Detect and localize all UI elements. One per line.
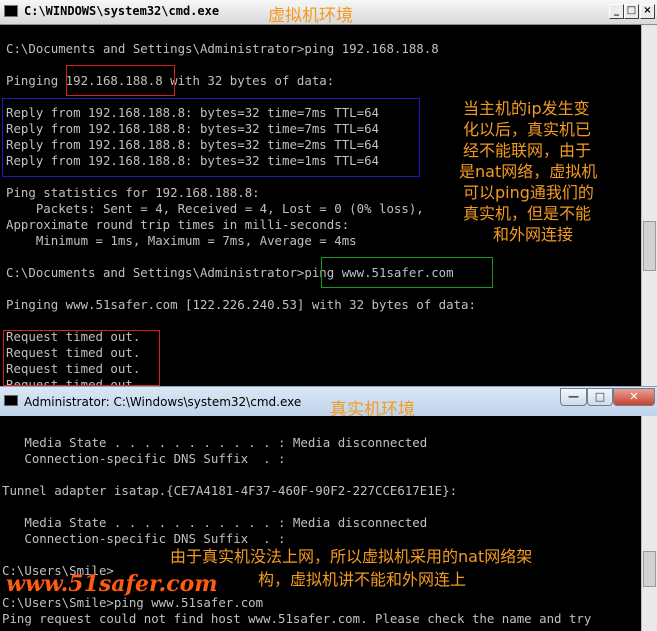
vm-scrollbar[interactable] [641,25,657,386]
annotation-line: 构，虚拟机讲不能和外网连上 [258,570,467,589]
annotation-line: 由于真实机没法上网，所以虚拟机采用的nat网络架 [170,547,533,566]
console-line: Media State . . . . . . . . . . . : Medi… [2,435,428,450]
close-button[interactable]: × [640,4,655,19]
close-button[interactable]: ✕ [613,388,655,406]
host-scrollbar[interactable] [641,416,657,631]
console-line: Connection-specific DNS Suffix . : [2,451,286,466]
minimize-button[interactable]: — [560,388,587,406]
cmd-icon [4,5,18,17]
console-line: Request timed out. [6,377,141,386]
vm-annotation: 当主机的ip发生变 化以后，真实机已 经不能联网，由于 是nat网络，虚拟机 可… [459,98,601,245]
host-console-output[interactable]: Media State . . . . . . . . . . . : Medi… [0,416,641,631]
console-line: Pinging www.51safer.com [122.226.240.53]… [6,297,476,312]
console-line: Pinging 192.168.188.8 with 32 bytes of d… [6,73,335,88]
annotation-line: 和外网连接 [493,225,574,244]
host-scrollbar-thumb[interactable] [643,551,656,587]
vm-environment-label: 虚拟机环境 [268,6,353,26]
console-line: Request timed out. [6,329,141,344]
annotation-line: 真实机，但是不能 [463,204,592,223]
console-line: C:\Users\Smile>ping www.51safer.com [2,595,264,610]
console-line: C:\Documents and Settings\Administrator>… [6,265,454,280]
console-line: Reply from 192.168.188.8: bytes=32 time=… [6,105,379,120]
console-line: C:\Documents and Settings\Administrator>… [6,41,439,56]
annotation-line: 当主机的ip发生变 [463,99,590,118]
maximize-button[interactable]: □ [587,388,613,406]
host-window-title: Administrator: C:\Windows\system32\cmd.e… [24,395,302,409]
annotation-line: 可以ping通我们的 [463,183,594,202]
console-line: Approximate round trip times in milli-se… [6,217,350,232]
site-watermark: www.51safer.com [6,571,218,597]
vm-title-bar[interactable]: C:\WINDOWS\system32\cmd.exe 虚拟机环境 _ □ × [0,0,657,26]
console-line: Reply from 192.168.188.8: bytes=32 time=… [6,137,379,152]
console-line: Packets: Sent = 4, Received = 4, Lost = … [6,201,424,216]
console-line: Ping request could not find host www.51s… [2,611,592,626]
console-line: Media State . . . . . . . . . . . : Medi… [2,515,428,530]
console-line: Ping statistics for 192.168.188.8: [6,185,260,200]
annotation-line: 化以后，真实机已 [463,120,592,139]
console-line: Reply from 192.168.188.8: bytes=32 time=… [6,121,379,136]
minimize-button[interactable]: _ [609,4,624,19]
console-line: Request timed out. [6,361,141,376]
annotation-line: 是nat网络，虚拟机 [459,162,598,181]
host-annotation: 由于真实机没法上网，所以虚拟机采用的nat网络架 构，虚拟机讲不能和外网连上 [170,545,532,591]
console-line: Tunnel adapter isatap.{CE7A4181-4F37-460… [2,483,458,498]
vm-window-title: C:\WINDOWS\system32\cmd.exe [24,4,220,18]
cmd-icon [4,395,18,406]
console-line: Minimum = 1ms, Maximum = 7ms, Average = … [6,233,357,248]
host-title-bar[interactable]: Administrator: C:\Windows\system32\cmd.e… [0,386,657,420]
console-line: Reply from 192.168.188.8: bytes=32 time=… [6,153,379,168]
annotation-line: 经不能联网，由于 [463,141,592,160]
vm-scrollbar-thumb[interactable] [643,221,656,271]
maximize-button[interactable]: □ [624,4,639,19]
console-line: Request timed out. [6,345,141,360]
vm-cmd-window: C:\WINDOWS\system32\cmd.exe 虚拟机环境 _ □ × … [0,0,657,386]
